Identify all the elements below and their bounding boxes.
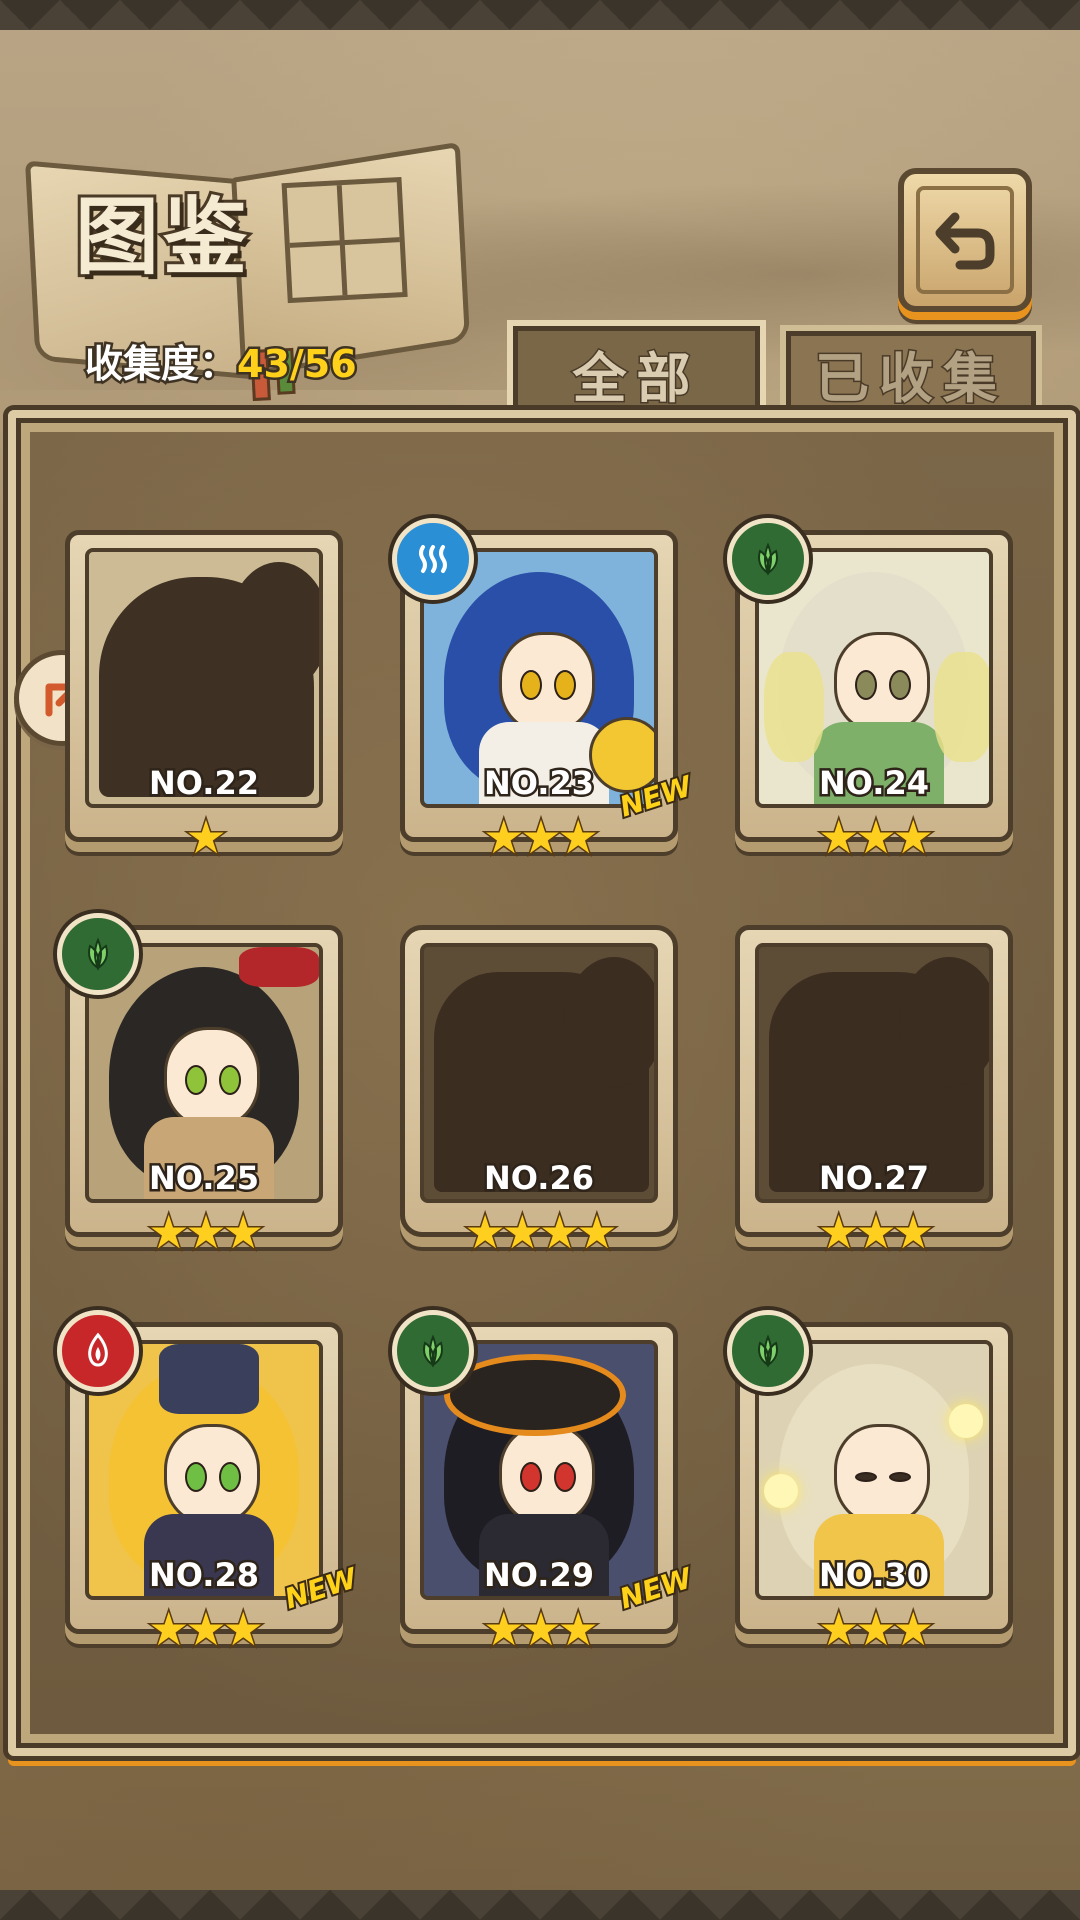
star-rating: ★★★	[817, 810, 936, 864]
card-24[interactable]: NO.24 ★★★	[727, 518, 1013, 864]
star-rating: ★★★	[817, 1205, 936, 1259]
card-29[interactable]: NO.29 ★★★ NEW	[392, 1310, 697, 1656]
card-number: NO.27	[817, 1157, 932, 1200]
card-25[interactable]: NO.25 ★★★	[57, 913, 343, 1259]
leaf-element-icon	[727, 518, 809, 600]
star-rating: ★★★	[817, 1602, 936, 1656]
card-26[interactable]: NO.26 ★★★★	[400, 925, 678, 1259]
hair-bow	[239, 947, 319, 987]
card-number: NO.22	[147, 762, 262, 805]
collection-label: 收集度：	[82, 340, 239, 389]
leaf-element-icon	[727, 1310, 809, 1392]
card-30[interactable]: NO.30 ★★★	[727, 1310, 1013, 1656]
tab-all[interactable]: 全部	[507, 320, 766, 421]
card-27[interactable]: NO.27 ★★★	[735, 925, 1013, 1259]
fire-element-icon	[57, 1310, 139, 1392]
tab-collected[interactable]: 已收集	[780, 325, 1042, 416]
back-button-inner	[916, 186, 1014, 294]
card-22[interactable]: NO.22 ★	[65, 530, 343, 864]
light-orb	[764, 1474, 798, 1508]
star-rating: ★★★★	[463, 1205, 619, 1259]
wing	[764, 652, 824, 762]
bottom-zigzag-border	[0, 1860, 1080, 1920]
back-arrow-icon	[935, 212, 995, 270]
star-rating: ★★★	[147, 1205, 266, 1259]
helmet	[159, 1344, 259, 1414]
card-number: NO.25	[147, 1157, 262, 1200]
leaf-element-icon	[57, 913, 139, 995]
card-number: NO.24	[817, 762, 932, 805]
back-button[interactable]	[898, 168, 1032, 312]
collection-progress: 收集度：43/56	[82, 333, 360, 389]
collection-value: 43/56	[235, 340, 360, 389]
page-title: 图鉴	[72, 185, 252, 289]
light-orb	[949, 1404, 983, 1438]
card-number: NO.30	[817, 1554, 932, 1597]
card-23[interactable]: NO.23 ★★★ NEW	[392, 518, 697, 864]
book-picture	[281, 176, 408, 304]
star-rating: ★	[184, 810, 228, 864]
top-zigzag-border	[0, 0, 1080, 60]
leaf-element-icon	[392, 1310, 474, 1392]
card-number: NO.26	[482, 1157, 597, 1200]
card-28[interactable]: NO.28 ★★★ NEW	[57, 1310, 362, 1656]
witch-hat	[444, 1354, 626, 1436]
water-element-icon	[392, 518, 474, 600]
wing	[934, 652, 989, 762]
